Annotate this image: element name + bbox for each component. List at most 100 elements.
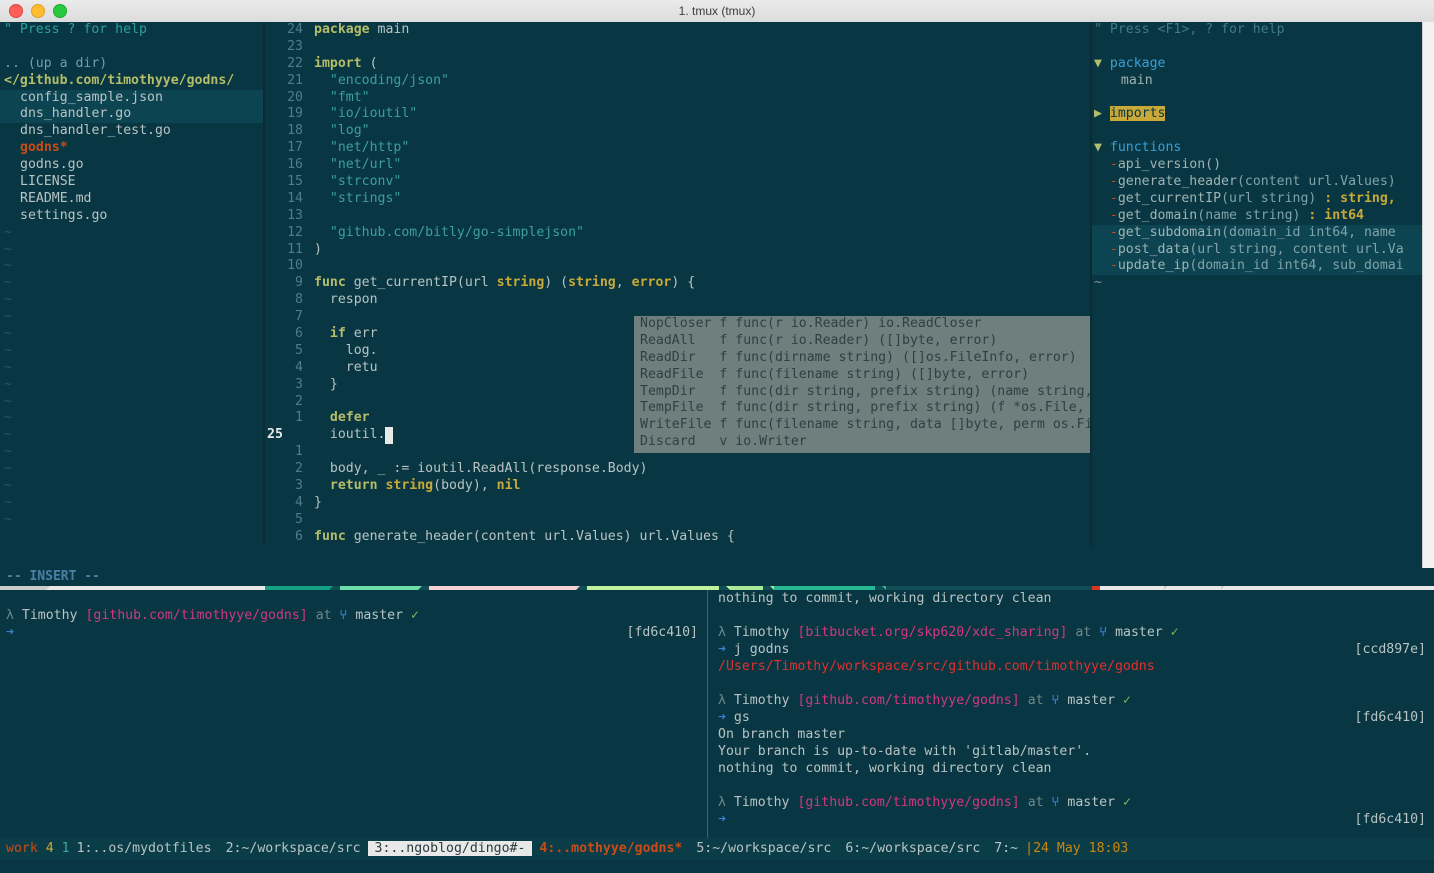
code-line[interactable]: 13 <box>265 208 1090 225</box>
tmux-window-item[interactable]: 5:~/workspace/src <box>689 841 838 856</box>
code-line[interactable]: 16 "net/url" <box>265 157 1090 174</box>
completion-item[interactable]: TempFile f func(dir string, prefix strin… <box>634 400 1090 417</box>
tagbar-section-package[interactable]: ▼ package <box>1092 56 1422 73</box>
chevron-right-icon[interactable]: ▶ <box>1094 106 1102 121</box>
terminal-input-line[interactable]: ➜ [fd6c410] <box>712 811 1434 828</box>
tmux-window-item[interactable]: 4:..mothyye/godns* <box>532 841 689 856</box>
terminal-input-line[interactable]: ➜ gs [fd6c410] <box>712 709 1434 726</box>
empty-line-marker: ~ <box>4 258 12 274</box>
completion-item[interactable]: ReadFile f func(filename string) ([]byte… <box>634 367 1090 384</box>
tagbar-function-item[interactable]: -generate_header(content url.Values) <box>1092 174 1422 191</box>
tmux-window-item[interactable]: 3:..ngoblog/dingo#- <box>367 841 533 856</box>
nerdtree-item-dns-handler[interactable]: dns_handler.go <box>0 106 263 124</box>
tagbar-function-item[interactable]: -post_data(url string, content url.Va <box>1092 241 1422 259</box>
code-line[interactable]: 21 "encoding/json" <box>265 73 1090 90</box>
pane-divider <box>707 590 708 838</box>
chevron-down-icon[interactable]: ▼ <box>1094 56 1102 71</box>
empty-line-marker: ~ <box>4 224 12 240</box>
tagbar-function-item[interactable]: -get_subdomain(domain_id int64, name <box>1092 224 1422 242</box>
nerdtree-item-dns-handler-test[interactable]: dns_handler_test.go <box>0 123 263 140</box>
terminal-input-line[interactable]: ➜ j godns [ccd897e] <box>712 641 1434 658</box>
nerdtree-item-settings[interactable]: settings.go <box>0 208 263 225</box>
line-number: 9 <box>295 275 303 291</box>
nerdtree-item-godns-go[interactable]: godns.go <box>0 157 263 174</box>
tmux-window-item[interactable]: 1:..os/mydotfiles <box>70 841 219 856</box>
terminal-pane-right[interactable]: nothing to commit, working directory cle… <box>712 590 1434 838</box>
tagbar-section-imports[interactable]: ▶ imports <box>1092 106 1422 123</box>
line-number: 6 <box>295 528 303 544</box>
nerdtree-item-config-sample[interactable]: config_sample.json <box>0 89 263 107</box>
completion-item[interactable]: TempDir f func(dir string, prefix string… <box>634 384 1090 401</box>
nerdtree-item-readme[interactable]: README.md <box>0 191 263 208</box>
tagbar-package-member[interactable]: main <box>1092 73 1422 90</box>
tmux-window-item[interactable]: 6:~/workspace/src <box>838 841 987 856</box>
line-text: import ( <box>314 55 378 71</box>
terminal-pane-left[interactable]: λ Timothy [github.com/timothyye/godns] a… <box>0 590 706 838</box>
commit-hash: [fd6c410] <box>1354 812 1426 827</box>
prompt-path: [github.com/timothyye/godns] <box>797 795 1020 810</box>
window-scrollbar[interactable] <box>1422 22 1434 568</box>
code-line[interactable]: 11) <box>265 242 1090 259</box>
code-line[interactable]: 23 <box>265 39 1090 56</box>
line-number: 11 <box>287 241 303 257</box>
nerdtree-up-dir[interactable]: .. (up a dir) <box>0 56 263 73</box>
empty-line-marker: ~ <box>4 359 12 375</box>
completion-item[interactable]: NopCloser f func(r io.Reader) io.ReadClo… <box>634 316 1090 333</box>
completion-item[interactable]: ReadAll f func(r io.Reader) ([]byte, err… <box>634 333 1090 350</box>
tmux-window-item[interactable]: 2:~/workspace/src <box>219 841 368 856</box>
line-number: 14 <box>287 190 303 206</box>
tagbar-panel[interactable]: " Press <F1>, ? for help ▼ package main … <box>1092 22 1422 546</box>
tagbar-function-item[interactable]: -get_currentIP(url string) : string, <box>1092 191 1422 208</box>
completion-item[interactable]: WriteFile f func(filename string, data [… <box>634 417 1090 434</box>
line-number: 3 <box>295 478 303 494</box>
line-text: "strings" <box>329 190 402 206</box>
code-line[interactable]: 14 "strings" <box>265 191 1090 208</box>
completion-item[interactable]: Discard v io.Writer <box>634 434 1090 451</box>
completion-popup[interactable]: NopCloser f func(r io.Reader) io.ReadClo… <box>634 316 1090 453</box>
code-line[interactable]: 5 <box>265 512 1090 529</box>
nerdtree-panel[interactable]: " Press ? for help .. (up a dir) </githu… <box>0 22 263 546</box>
code-line[interactable]: 2 body, _ := ioutil.ReadAll(response.Bod… <box>265 461 1090 478</box>
tmux-window-list[interactable]: 1:..os/mydotfiles 2:~/workspace/src 3:..ng… <box>70 838 1026 860</box>
code-line[interactable]: 19 "io/ioutil" <box>265 106 1090 123</box>
nerdtree-item-license[interactable]: LICENSE <box>0 174 263 191</box>
empty-line-marker: ~ <box>4 309 12 325</box>
code-line[interactable]: 18 "log" <box>265 123 1090 140</box>
nerdtree-root[interactable]: </github.com/timothyye/godns/ <box>0 73 263 90</box>
tagbar-function-item[interactable]: -get_domain(name string) : int64 <box>1092 208 1422 225</box>
code-line[interactable]: 15 "strconv" <box>265 174 1090 191</box>
tagbar-section-functions[interactable]: ▼ functions <box>1092 140 1422 157</box>
tag-dash-icon: - <box>1109 174 1118 190</box>
code-line[interactable]: 8 respon <box>265 292 1090 309</box>
code-buffer[interactable]: 24 package main 23 22 import (21 "encoding/j… <box>265 22 1090 546</box>
tagbar-function-item[interactable]: -update_ip(domain_id int64, sub_domai <box>1092 258 1422 276</box>
line-text: return string(body), nil <box>329 478 521 494</box>
terminal-input-line[interactable]: ➜ [fd6c410] <box>0 624 706 641</box>
line-number: 1 <box>295 410 303 426</box>
terminal-prompt-line: λ Timothy [github.com/timothyye/godns] a… <box>712 794 1434 811</box>
terminal-output-line: nothing to commit, working directory cle… <box>718 761 1052 776</box>
clean-status-icon: ✓ <box>411 608 419 623</box>
tagbar-function-item[interactable]: -api_version() <box>1092 157 1422 174</box>
nerdtree-item-godns-exec[interactable]: godns* <box>0 140 263 157</box>
code-line[interactable]: 4} <box>265 495 1090 512</box>
line-number: 15 <box>287 174 303 190</box>
prompt-branch: master <box>1115 625 1163 640</box>
code-line[interactable]: 6 func generate_header(content url.Values… <box>265 529 1090 546</box>
completion-item[interactable]: ReadDir f func(dirname string) ([]os.Fil… <box>634 350 1090 367</box>
code-line[interactable]: 24 package main <box>265 22 1090 39</box>
terminal-output-line: /Users/Timothy/workspace/src/github.com/… <box>718 659 1155 674</box>
code-line[interactable]: 9 func get_currentIP(url string) (string,… <box>265 275 1090 292</box>
prompt-at: at <box>315 608 332 623</box>
empty-line-marker: ~ <box>4 376 12 392</box>
code-line[interactable]: 17 "net/http" <box>265 140 1090 157</box>
code-line[interactable]: 12 "github.com/bitly/go-simplejson" <box>265 225 1090 242</box>
code-line[interactable]: 22 import ( <box>265 56 1090 73</box>
code-line[interactable]: 20 "fmt" <box>265 90 1090 107</box>
code-line[interactable]: 3 return string(body), nil <box>265 478 1090 495</box>
line-text: ioutil. <box>314 427 394 445</box>
chevron-down-icon[interactable]: ▼ <box>1094 140 1102 155</box>
tmux-window-item[interactable]: 7:~ <box>987 841 1025 856</box>
prompt-path: [bitbucket.org/skp620/xdc_sharing] <box>797 625 1068 640</box>
code-line[interactable]: 10 <box>265 258 1090 275</box>
